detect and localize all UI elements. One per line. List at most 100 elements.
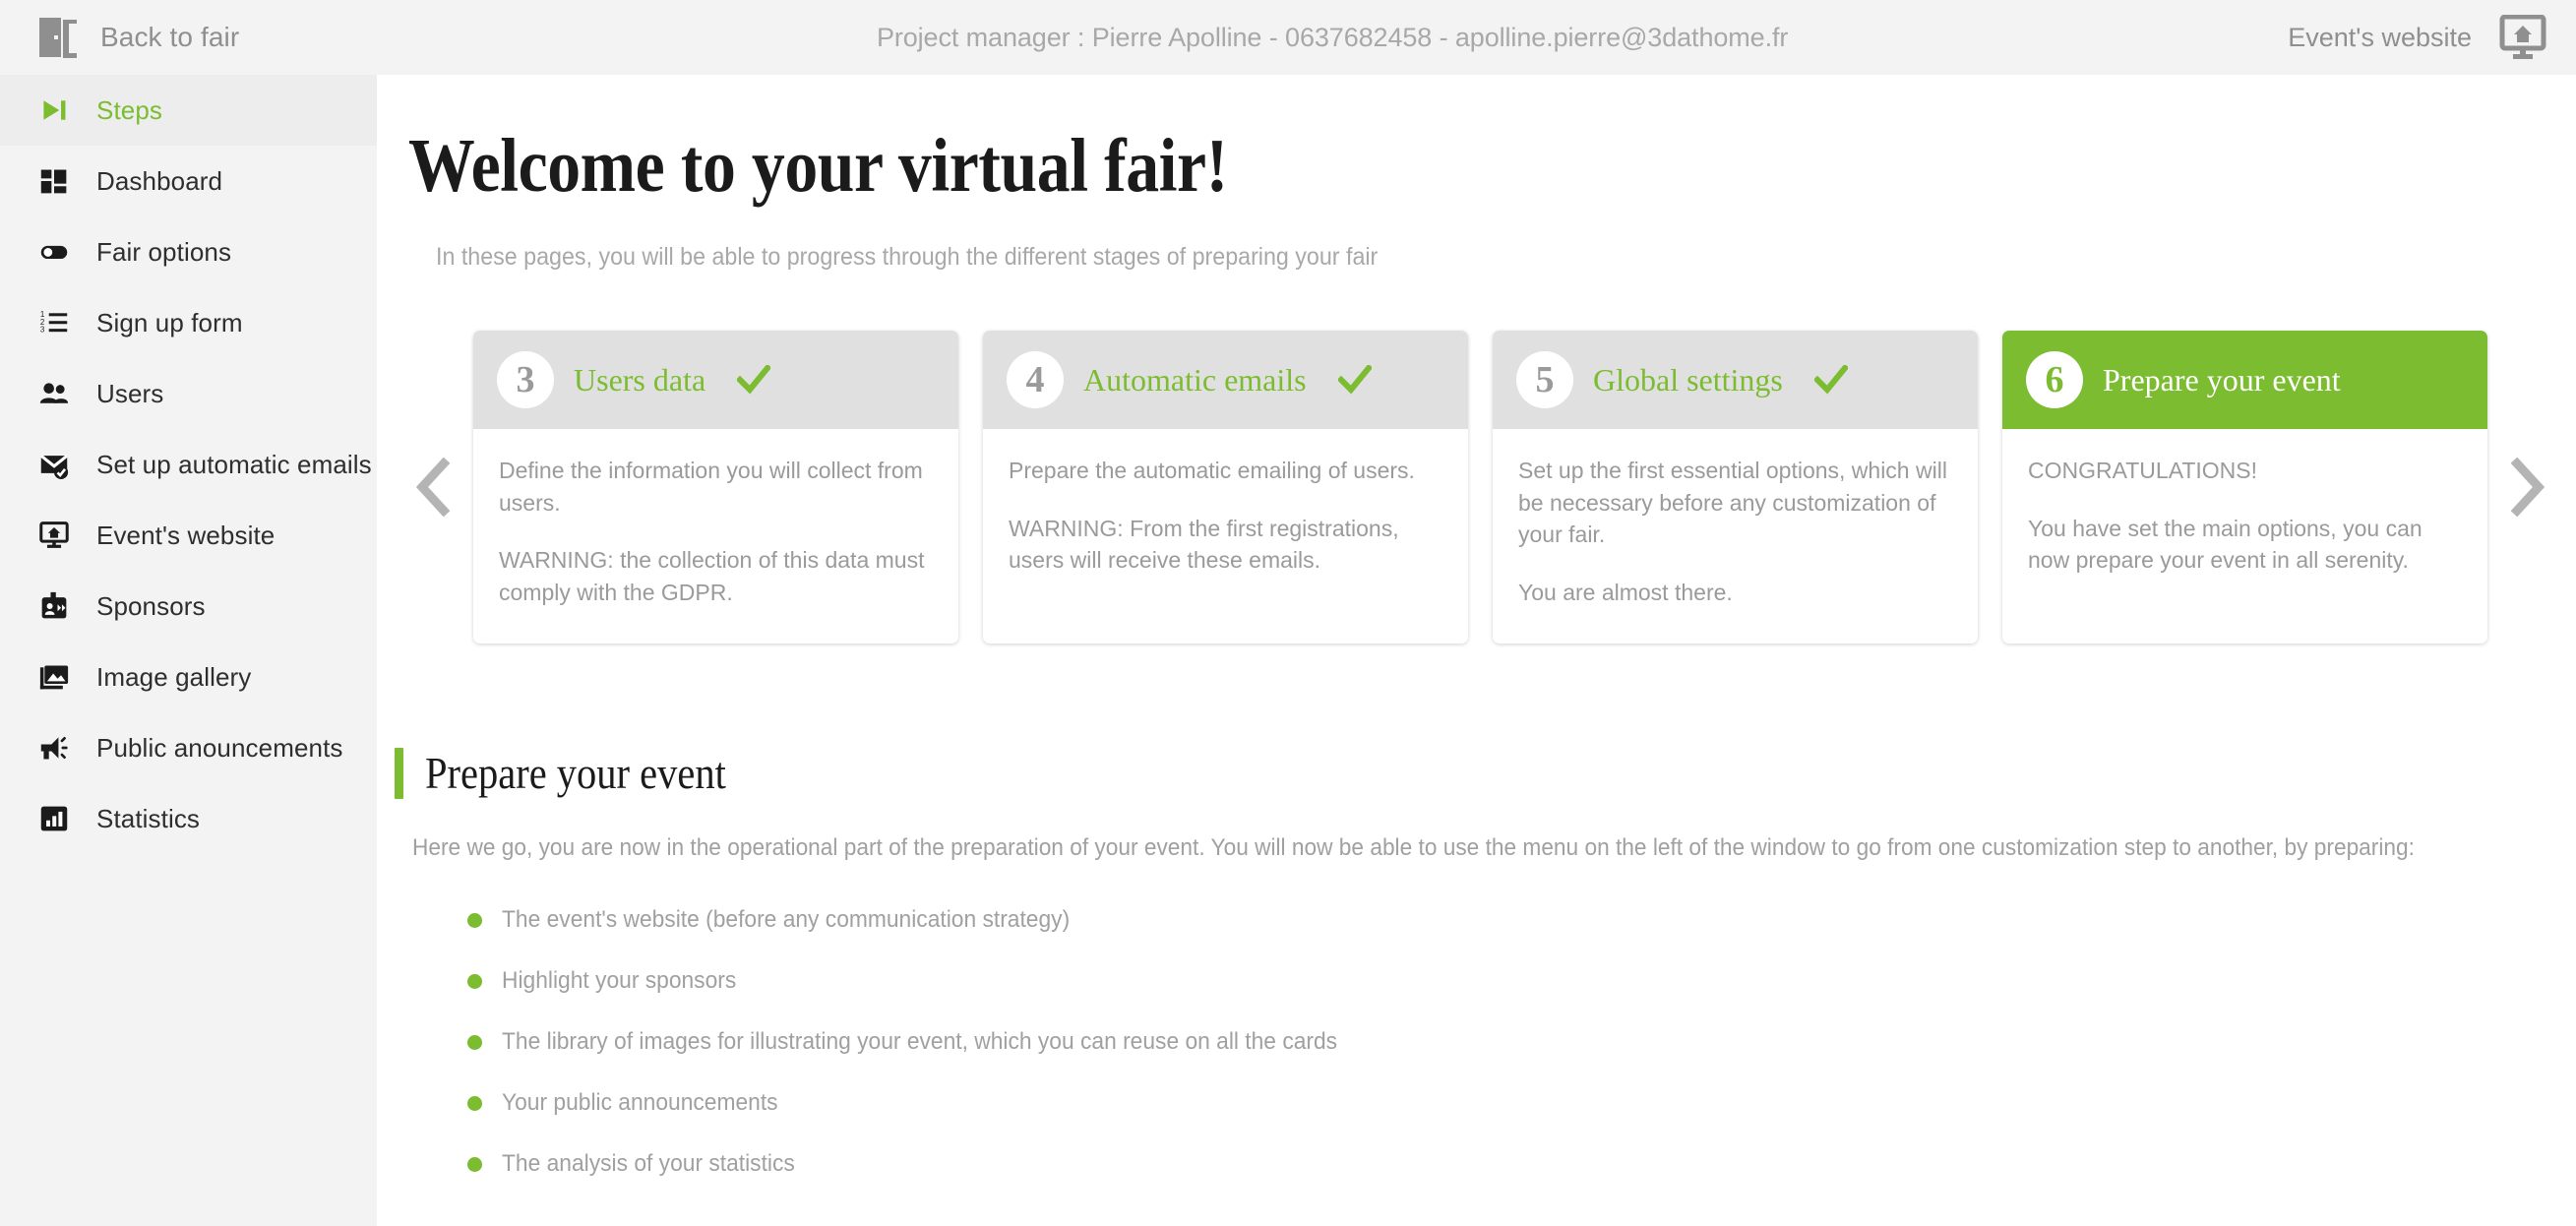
skip-forward-icon xyxy=(37,93,71,127)
section-heading: Prepare your event xyxy=(395,748,2576,799)
users-icon xyxy=(37,377,71,410)
card-body: Prepare the automatic emailing of users.… xyxy=(983,429,1468,577)
bullet-dot-icon xyxy=(467,973,482,989)
bar-chart-icon xyxy=(37,802,71,835)
step-card[interactable]: 4 Automatic emails Prepare the automatic… xyxy=(983,331,1468,644)
svg-text:3: 3 xyxy=(40,326,45,335)
card-title: Prepare your event xyxy=(2103,361,2341,398)
page-subtitle: In these pages, you will be able to prog… xyxy=(436,243,1379,271)
list-item: Your public announcements xyxy=(467,1073,2576,1134)
list-item-label: Your public announcements xyxy=(502,1089,778,1116)
sidebar-item-events-website[interactable]: Event's website xyxy=(0,500,377,571)
cards-list: 3 Users data Define the information you … xyxy=(473,331,2487,644)
bullet-dot-icon xyxy=(467,1034,482,1050)
sidebar-item-set-up-automatic-emails[interactable]: Set up automatic emails xyxy=(0,429,377,500)
step-number-badge: 5 xyxy=(1516,351,1573,408)
monitor-home-icon xyxy=(37,519,71,552)
sidebar-item-public-anouncements[interactable]: Public anouncements xyxy=(0,712,377,783)
step-card[interactable]: 5 Global settings Set up the first essen… xyxy=(1493,331,1978,644)
sidebar-item-users[interactable]: Users xyxy=(0,358,377,429)
carousel-next-button[interactable] xyxy=(2487,458,2566,517)
dashboard-grid-icon xyxy=(37,164,71,198)
section-accent-bar xyxy=(395,748,403,799)
top-bar: Back to fair Project manager : Pierre Ap… xyxy=(0,0,2576,75)
sidebar-item-label: Fair options xyxy=(96,236,232,267)
sidebar-item-sponsors[interactable]: Sponsors xyxy=(0,571,377,642)
card-paragraph: WARNING: the collection of this data mus… xyxy=(499,547,925,605)
card-title: Automatic emails xyxy=(1083,361,1307,398)
section-intro-paragraph: Here we go, you are now in the operation… xyxy=(412,834,2415,861)
sidebar-item-label: Users xyxy=(96,378,164,408)
card-title: Users data xyxy=(574,361,706,398)
image-folder-icon xyxy=(37,660,71,694)
card-title: Global settings xyxy=(1593,361,1783,398)
card-body: Define the information you will collect … xyxy=(473,429,958,609)
section-title: Prepare your event xyxy=(425,749,726,798)
toggle-switch-icon xyxy=(37,235,71,269)
badge-id-icon xyxy=(37,589,71,623)
sidebar-item-image-gallery[interactable]: Image gallery xyxy=(0,642,377,712)
body-row: Steps Dashboard Fair options 1 2 3 Sign … xyxy=(0,75,2576,1226)
chevron-right-icon xyxy=(2507,458,2546,517)
app-root: Back to fair Project manager : Pierre Ap… xyxy=(0,0,2576,1226)
step-card[interactable]: 3 Users data Define the information you … xyxy=(473,331,958,644)
sidebar: Steps Dashboard Fair options 1 2 3 Sign … xyxy=(0,75,377,1226)
card-header: 4 Automatic emails xyxy=(983,331,1468,429)
step-card-active[interactable]: 6 Prepare your event CONGRATULATIONS! Yo… xyxy=(2002,331,2487,644)
numbered-list-icon: 1 2 3 xyxy=(37,306,71,339)
sidebar-item-sign-up-form[interactable]: 1 2 3 Sign up form xyxy=(0,287,377,358)
door-exit-icon xyxy=(37,16,79,59)
chevron-left-icon xyxy=(414,458,454,517)
card-paragraph: CONGRATULATIONS! xyxy=(2028,458,2257,483)
carousel-prev-button[interactable] xyxy=(395,458,473,517)
back-to-fair-button[interactable]: Back to fair xyxy=(0,16,377,59)
card-paragraph: You are almost there. xyxy=(1518,579,1733,605)
back-to-fair-label: Back to fair xyxy=(100,22,240,52)
card-paragraph: Prepare the automatic emailing of users. xyxy=(1009,458,1415,483)
card-paragraph: Define the information you will collect … xyxy=(499,458,923,516)
card-header: 6 Prepare your event xyxy=(2002,331,2487,429)
sidebar-item-fair-options[interactable]: Fair options xyxy=(0,216,377,287)
bullet-list: The event's website (before any communic… xyxy=(467,889,2576,1195)
sidebar-item-statistics[interactable]: Statistics xyxy=(0,783,377,854)
monitor-home-icon xyxy=(2499,14,2546,60)
bullet-dot-icon xyxy=(467,1095,482,1111)
sidebar-item-label: Image gallery xyxy=(96,661,252,692)
list-item-label: Highlight your sponsors xyxy=(502,967,737,994)
card-body: CONGRATULATIONS! You have set the main o… xyxy=(2002,429,2487,577)
list-item: The analysis of your statistics xyxy=(467,1134,2576,1195)
step-number-badge: 4 xyxy=(1007,351,1064,408)
envelope-check-icon xyxy=(37,448,71,481)
list-item-label: The analysis of your statistics xyxy=(502,1150,795,1177)
list-item: The library of images for illustrating y… xyxy=(467,1011,2576,1073)
sidebar-item-label: Sponsors xyxy=(96,590,206,621)
list-item: Highlight your sponsors xyxy=(467,950,2576,1011)
card-paragraph: WARNING: From the first registrations, u… xyxy=(1009,515,1399,574)
megaphone-icon xyxy=(37,731,71,765)
event-website-link[interactable]: Event's website xyxy=(2288,14,2576,60)
step-number-badge: 3 xyxy=(497,351,554,408)
card-paragraph: Set up the first essential options, whic… xyxy=(1518,458,1947,548)
list-item-label: The library of images for illustrating y… xyxy=(502,1028,1338,1055)
event-website-label: Event's website xyxy=(2288,22,2472,52)
list-item: The event's website (before any communic… xyxy=(467,889,2576,950)
sidebar-item-steps[interactable]: Steps xyxy=(0,75,377,146)
check-icon xyxy=(1337,365,1372,395)
sidebar-item-label: Steps xyxy=(96,94,162,125)
check-icon xyxy=(1813,365,1848,395)
check-icon xyxy=(737,365,771,395)
page-title: Welcome to your virtual fair! xyxy=(408,123,1228,208)
sidebar-item-label: Set up automatic emails xyxy=(96,449,372,479)
sidebar-item-label: Statistics xyxy=(96,803,201,833)
sidebar-item-label: Public anouncements xyxy=(96,732,343,763)
card-header: 5 Global settings xyxy=(1493,331,1978,429)
project-manager-text: Project manager : Pierre Apolline - 0637… xyxy=(876,22,1789,52)
list-item-label: The event's website (before any communic… xyxy=(502,906,1071,933)
sidebar-item-dashboard[interactable]: Dashboard xyxy=(0,146,377,216)
bullet-dot-icon xyxy=(467,912,482,928)
sidebar-item-label: Event's website xyxy=(96,520,276,550)
bullet-dot-icon xyxy=(467,1156,482,1172)
card-paragraph: You have set the main options, you can n… xyxy=(2028,515,2423,574)
sidebar-item-label: Sign up form xyxy=(96,307,243,337)
main-content: Welcome to your virtual fair! In these p… xyxy=(377,75,2576,1226)
